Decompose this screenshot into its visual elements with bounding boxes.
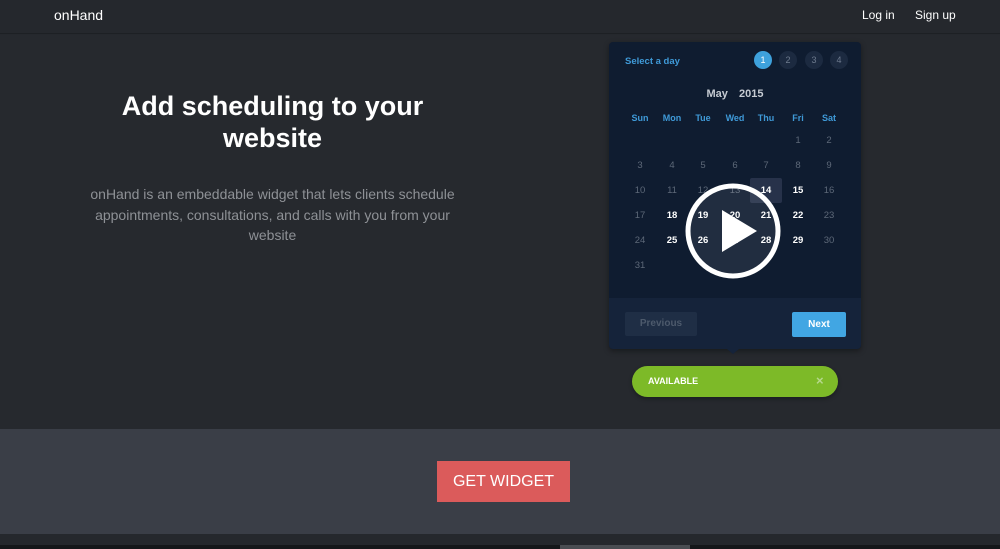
- play-icon[interactable]: [684, 182, 782, 280]
- hero-title-line-2: website: [222, 123, 323, 153]
- weekday-mon: Mon: [662, 113, 682, 123]
- weekday-sun: Sun: [631, 113, 649, 123]
- calendar-day-30[interactable]: 30: [813, 228, 845, 253]
- brand-logo[interactable]: onHand: [54, 7, 103, 23]
- calendar-day-4[interactable]: 4: [656, 153, 688, 178]
- calendar-day-10[interactable]: 10: [624, 178, 656, 203]
- calendar-day-22[interactable]: 22: [782, 203, 814, 228]
- calendar-month: May: [706, 88, 728, 100]
- calendar-day-8[interactable]: 8: [782, 153, 814, 178]
- login-link[interactable]: Log in: [862, 8, 895, 22]
- calendar-month-title: May 2015: [609, 88, 861, 100]
- weekday-tue: Tue: [695, 113, 711, 123]
- step-2[interactable]: 2: [779, 51, 797, 69]
- bottom-edge: [0, 545, 1000, 549]
- calendar-day-29[interactable]: 29: [782, 228, 814, 253]
- calendar-day-7[interactable]: 7: [750, 153, 782, 178]
- weekday-wed: Wed: [725, 113, 745, 123]
- previous-button[interactable]: Previous: [625, 312, 697, 336]
- calendar-day-1[interactable]: 1: [782, 128, 814, 153]
- calendar-day-15[interactable]: 15: [782, 178, 814, 203]
- availability-status: AVAILABLE: [648, 376, 699, 386]
- hero-description: onHand is an embeddable widget that lets…: [90, 186, 455, 243]
- hero-title-line-1: Add scheduling to your: [121, 91, 424, 121]
- select-day-label: Select a day: [625, 56, 680, 67]
- widget-pointer: [727, 349, 739, 354]
- calendar-day-24[interactable]: 24: [624, 228, 656, 253]
- navbar: onHand Log in Sign up: [0, 0, 1000, 34]
- availability-pill: AVAILABLE ×: [632, 366, 838, 397]
- calendar-day-3[interactable]: 3: [624, 153, 656, 178]
- calendar-day-6[interactable]: 6: [719, 153, 751, 178]
- get-widget-button[interactable]: GET WIDGET: [437, 461, 570, 502]
- step-1[interactable]: 1: [754, 51, 772, 69]
- calendar-year: 2015: [738, 88, 764, 100]
- weekday-thu: Thu: [757, 113, 775, 123]
- bottom-image-preview: [560, 545, 690, 549]
- weekday-fri: Fri: [792, 113, 804, 123]
- close-icon[interactable]: ×: [816, 373, 824, 388]
- hero-title: Add scheduling to your website: [60, 90, 485, 154]
- calendar-day-31[interactable]: 31: [624, 253, 656, 278]
- bottom-section: [0, 534, 1000, 549]
- weekday-sat: Sat: [821, 113, 836, 123]
- calendar-day-16[interactable]: 16: [813, 178, 845, 203]
- next-button[interactable]: Next: [792, 312, 846, 337]
- calendar-day-5[interactable]: 5: [687, 153, 719, 178]
- calendar-day-9[interactable]: 9: [813, 153, 845, 178]
- step-3[interactable]: 3: [805, 51, 823, 69]
- signup-link[interactable]: Sign up: [915, 8, 956, 22]
- calendar-day-2[interactable]: 2: [813, 128, 845, 153]
- step-4[interactable]: 4: [830, 51, 848, 69]
- calendar-day-23[interactable]: 23: [813, 203, 845, 228]
- widget-footer: Previous Next: [609, 298, 861, 349]
- calendar-day-17[interactable]: 17: [624, 203, 656, 228]
- cta-section: GET WIDGET: [0, 429, 1000, 534]
